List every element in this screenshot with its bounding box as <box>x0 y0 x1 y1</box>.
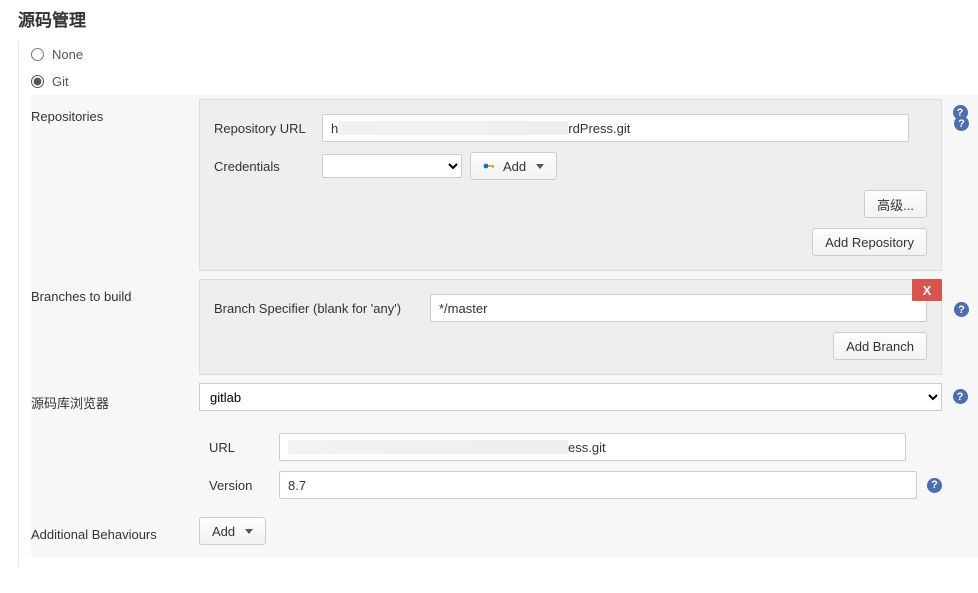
branch-panel: X Branch Specifier (blank for 'any') Add… <box>199 279 942 375</box>
repo-browser-select[interactable]: gitlab <box>199 383 942 411</box>
chevron-down-icon <box>245 529 253 534</box>
add-credential-label: Add <box>503 159 526 174</box>
repository-panel: Repository URL h rdPress.git Credentials <box>199 99 942 271</box>
scm-git-label: Git <box>52 74 69 89</box>
add-credential-button[interactable]: Add <box>470 152 557 180</box>
delete-branch-button[interactable]: X <box>912 279 942 301</box>
help-icon[interactable]: ? <box>927 478 942 493</box>
scm-none-row[interactable]: None <box>31 41 978 68</box>
git-config-block: Repositories Repository URL h rdPress.gi… <box>31 95 978 557</box>
repo-url-prefix: h <box>331 121 338 136</box>
add-behaviour-button[interactable]: Add <box>199 517 266 545</box>
browser-label: 源码库浏览器 <box>31 383 199 412</box>
browser-row: 源码库浏览器 gitlab URL ess.git <box>31 379 978 513</box>
repo-url-label: Repository URL <box>214 121 314 136</box>
branches-row: Branches to build X Branch Specifier (bl… <box>31 275 978 379</box>
scm-git-row[interactable]: Git <box>31 68 978 95</box>
branch-specifier-input[interactable] <box>430 294 927 322</box>
scm-git-radio[interactable] <box>31 75 44 88</box>
repositories-row: Repositories Repository URL h rdPress.gi… <box>31 95 978 275</box>
add-repository-button[interactable]: Add Repository <box>812 228 927 256</box>
repositories-label: Repositories <box>31 99 199 124</box>
help-icon[interactable]: ? <box>954 116 969 131</box>
browser-url-masked <box>288 440 568 454</box>
add-branch-button[interactable]: Add Branch <box>833 332 927 360</box>
repo-url-suffix: rdPress.git <box>568 121 630 136</box>
credentials-label: Credentials <box>214 159 314 174</box>
key-icon <box>483 159 497 174</box>
scm-none-label: None <box>52 47 83 62</box>
repo-url-input[interactable]: h rdPress.git <box>322 114 909 142</box>
scm-none-radio[interactable] <box>31 48 44 61</box>
browser-url-label: URL <box>209 440 269 455</box>
browser-version-label: Version <box>209 478 269 493</box>
browser-url-input[interactable]: ess.git <box>279 433 906 461</box>
add-behaviour-label: Add <box>212 524 235 539</box>
chevron-down-icon <box>536 164 544 169</box>
section-title: 源码管理 <box>0 0 978 41</box>
additional-row: Additional Behaviours Add <box>31 513 978 549</box>
help-icon[interactable]: ? <box>954 302 969 317</box>
advanced-button[interactable]: 高级... <box>864 190 927 218</box>
credentials-select[interactable] <box>322 154 462 178</box>
branches-label: Branches to build <box>31 279 199 304</box>
branch-specifier-label: Branch Specifier (blank for 'any') <box>214 301 422 316</box>
scm-section: None Git Repositories Repository URL h r… <box>18 41 978 567</box>
browser-subfields: URL ess.git Version ? <box>199 419 942 509</box>
browser-url-suffix: ess.git <box>568 440 606 455</box>
help-icon[interactable]: ? <box>953 389 968 404</box>
browser-version-input[interactable] <box>279 471 917 499</box>
additional-label: Additional Behaviours <box>31 517 199 542</box>
repo-url-masked <box>338 121 568 135</box>
